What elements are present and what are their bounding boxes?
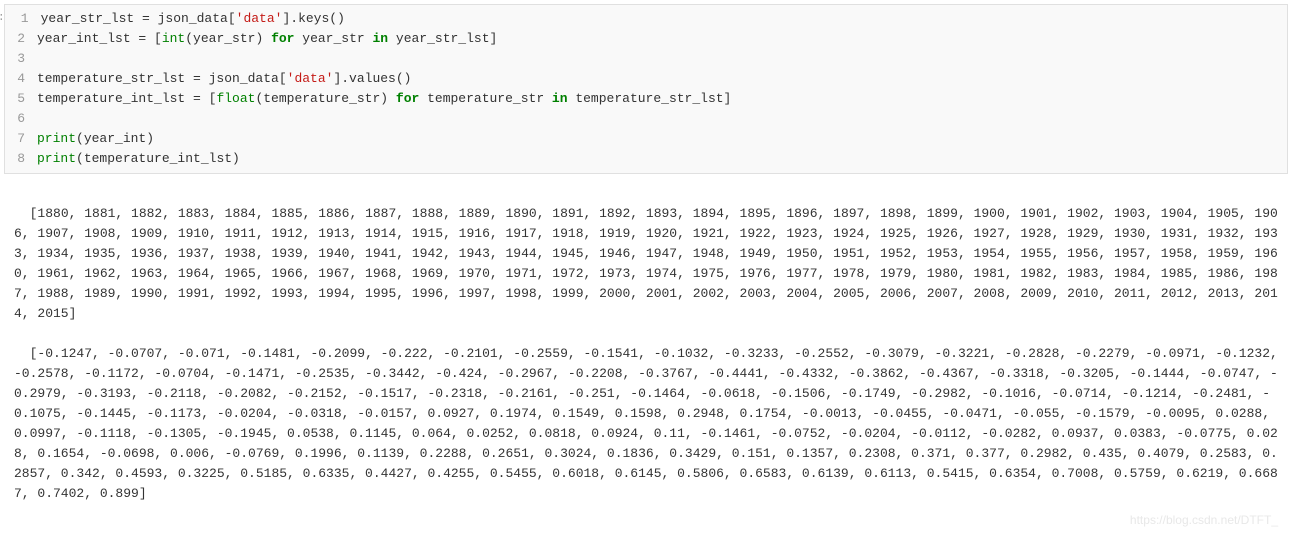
output-years: [1880, 1881, 1882, 1883, 1884, 1885, 188… xyxy=(14,206,1278,321)
code-line: 6 xyxy=(5,109,1287,129)
line-number: 3 xyxy=(13,49,37,69)
cell-label: : xyxy=(0,4,9,24)
line-number: 6 xyxy=(13,109,37,129)
code-text: print(year_int) xyxy=(37,129,154,149)
code-text: year_int_lst = [int(year_str) for year_s… xyxy=(37,29,497,49)
code-line: 4temperature_str_lst = json_data['data']… xyxy=(5,69,1287,89)
code-text: print(temperature_int_lst) xyxy=(37,149,240,169)
output-cell: [1880, 1881, 1882, 1883, 1884, 1885, 188… xyxy=(4,184,1288,534)
code-line: 7print(year_int) xyxy=(5,129,1287,149)
watermark: https://blog.csdn.net/DTFT_ xyxy=(1130,510,1278,530)
output-temps: [-0.1247, -0.0707, -0.071, -0.1481, -0.2… xyxy=(14,346,1286,501)
code-line: 3 xyxy=(5,49,1287,69)
code-text: temperature_str_lst = json_data['data'].… xyxy=(37,69,411,89)
line-number: 2 xyxy=(13,29,37,49)
code-text: temperature_int_lst = [float(temperature… xyxy=(37,89,731,109)
code-line: 2year_int_lst = [int(year_str) for year_… xyxy=(5,29,1287,49)
code-line: 1year_str_lst = json_data['data'].keys() xyxy=(9,9,1287,29)
line-number: 7 xyxy=(13,129,37,149)
code-line: 8print(temperature_int_lst) xyxy=(5,149,1287,169)
line-number: 1 xyxy=(17,9,41,29)
code-text: year_str_lst = json_data['data'].keys() xyxy=(41,9,345,29)
line-number: 5 xyxy=(13,89,37,109)
code-line: 5temperature_int_lst = [float(temperatur… xyxy=(5,89,1287,109)
line-number: 4 xyxy=(13,69,37,89)
code-cell: 1year_str_lst = json_data['data'].keys()… xyxy=(4,4,1288,174)
line-number: 8 xyxy=(13,149,37,169)
